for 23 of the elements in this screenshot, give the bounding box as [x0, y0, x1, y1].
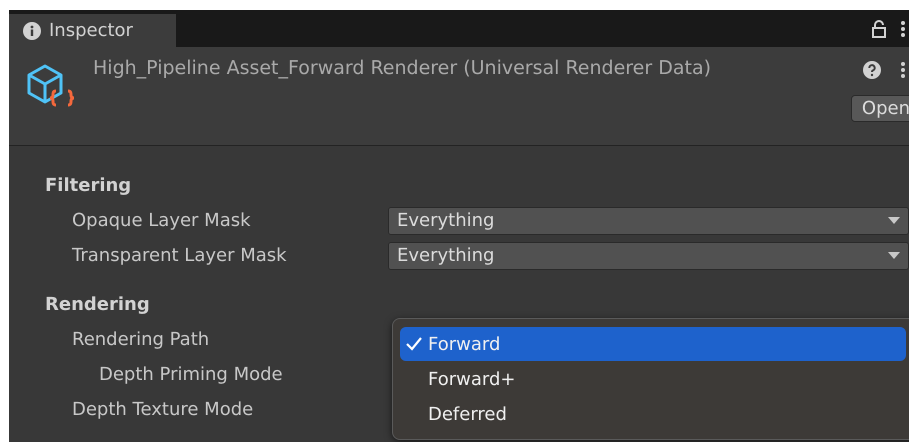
dropdown-caret-icon: [888, 216, 900, 224]
info-icon: [23, 22, 41, 40]
layer-mask-dropdown[interactable]: Everything: [388, 206, 909, 234]
layer-mask-dropdown[interactable]: Everything: [388, 242, 909, 270]
more-options-icon[interactable]: [901, 20, 905, 38]
field-label: Rendering Path: [71, 329, 210, 350]
field-label: Depth Priming Mode: [98, 364, 284, 385]
asset-title: High_Pipeline Asset_Forward Renderer (Universal Renderer Data): [93, 57, 712, 79]
menu-item[interactable]: Forward+: [400, 362, 906, 396]
field-label: Depth Texture Mode: [71, 399, 254, 420]
lock-icon[interactable]: [871, 20, 887, 38]
menu-item[interactable]: Deferred: [400, 397, 906, 431]
open-button[interactable]: Open: [850, 95, 909, 122]
checkmark-icon: [406, 337, 422, 351]
inspector-tab[interactable]: Inspector: [9, 14, 176, 47]
field-label: Opaque Layer Mask: [71, 210, 252, 231]
field-label: Transparent Layer Mask: [71, 245, 288, 266]
dropdown-caret-icon: [888, 252, 900, 260]
section-heading: Rendering: [45, 293, 151, 317]
more-options-icon[interactable]: [901, 61, 905, 79]
help-icon[interactable]: [863, 61, 881, 79]
menu-item[interactable]: Forward: [400, 327, 906, 361]
section-heading: Filtering: [45, 174, 132, 198]
